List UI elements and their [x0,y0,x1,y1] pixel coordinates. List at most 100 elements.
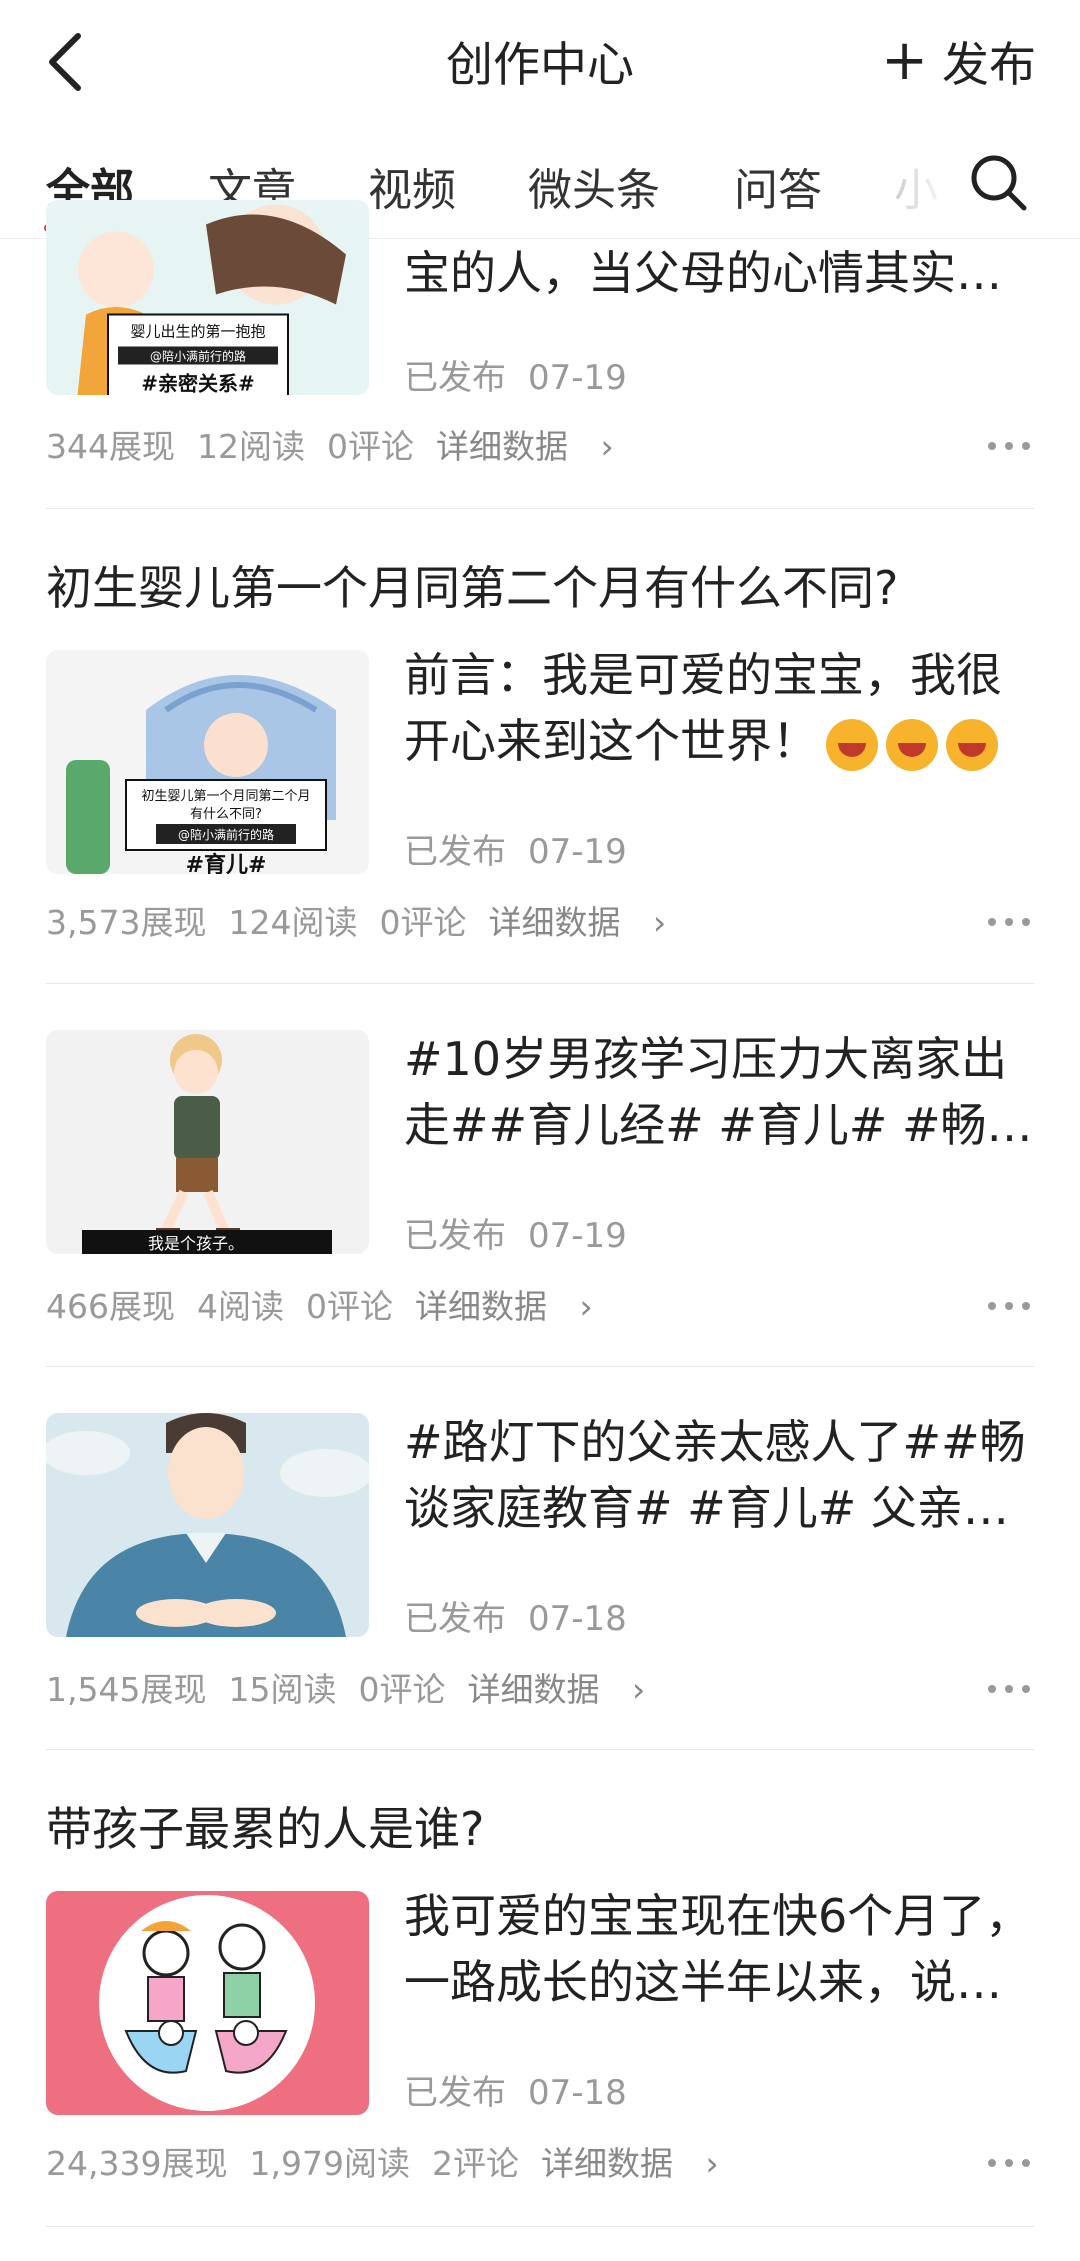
laughing-emoji-icon [826,718,878,771]
divider [46,983,1034,984]
desc-line-wrap: 开心来到这个世界！ [404,708,1034,774]
content-card[interactable]: 婴儿出生的第一抱抱 @陪小满前行的路 #亲密关系# 宝的人，当父母的心情其实非…… [46,200,1034,470]
reads-count: 12阅读 [197,427,305,466]
card-headline: 带孩子最累的人是谁? [46,1802,485,1856]
card-stats: 3,573展现 124阅读 0评论 详细数据 › [46,896,710,944]
detail-data-link[interactable]: 详细数据 › [436,427,636,466]
tab-qa[interactable]: 问答 [734,154,822,218]
more-dots-icon[interactable] [984,1679,1034,1699]
status-label: 已发布 [404,832,506,872]
comments-count: 0评论 [327,427,414,466]
thumb-caption: 婴儿出生的第一抱抱 [130,323,265,341]
views-count: 3,573展现 [46,903,207,942]
thumb-caption: 我是个孩子。 [148,1234,244,1253]
card-thumbnail[interactable]: 初生婴儿第一个月同第二个月 有什么不同? @陪小满前行的路 #育儿# [46,650,369,874]
publish-button[interactable]: + 发布 [881,26,1036,95]
reads-count: 15阅读 [228,1670,337,1709]
detail-data-link[interactable]: 详细数据 › [488,903,688,942]
more-dots-icon[interactable] [984,2153,1034,2173]
status-label: 已发布 [404,1216,506,1256]
desc-line: 宝的人，当父母的心情其实非… [404,246,1034,300]
chevron-right-icon: › [579,1287,593,1326]
publish-date: 07-19 [528,832,627,872]
card-stats: 466展现 4阅读 0评论 详细数据 › [46,1280,637,1328]
search-icon[interactable] [966,150,1032,216]
laughing-emoji-icon [946,718,998,771]
card-stats: 344展现 12阅读 0评论 详细数据 › [46,420,658,468]
chevron-right-icon: › [705,2144,719,2183]
detail-label: 详细数据 [540,2144,673,2183]
card-thumbnail[interactable]: 我是个孩子。 [46,1030,369,1254]
divider [46,1366,1034,1367]
divider [46,1749,1034,1750]
card-thumbnail[interactable] [46,1413,369,1637]
views-count: 466展现 [46,1287,175,1326]
comments-count: 2评论 [431,2144,519,2183]
detail-label: 详细数据 [467,1670,600,1709]
content-card[interactable]: 带孩子最累的人是谁? 我可爱的宝宝现在快6个月了， 一路成长的这半年以来，说说…… [46,1797,1034,2197]
publish-status: 已发布 07-19 [404,350,649,399]
divider [46,2226,1034,2227]
laughing-emoji-icon [886,718,938,771]
publish-date: 07-19 [528,1216,627,1256]
detail-data-link[interactable]: 详细数据 › [467,1670,667,1709]
more-dots-icon[interactable] [984,1296,1034,1316]
views-count: 1,545展现 [46,1670,207,1709]
comments-count: 0评论 [379,903,467,942]
thumb-caption: @陪小满前行的路 [150,349,246,364]
desc-line: 谈家庭教育# #育儿# 父亲… [404,1481,1009,1535]
thumb-caption: 有什么不同? [190,807,262,822]
publish-date: 07-19 [528,358,627,398]
card-description: 前言：我是可爱的宝宝，我很 开心来到这个世界！ [404,642,1034,774]
reads-count: 124阅读 [228,903,358,942]
desc-line: #10岁男孩学习压力大离家出 [404,1032,1008,1086]
status-label: 已发布 [404,358,506,398]
card-description: #10岁男孩学习压力大离家出 走##育儿经# #育儿# #畅谈… [404,1026,1034,1158]
publish-label: 发布 [942,38,1036,93]
thumb-caption: #亲密关系# [141,372,255,396]
desc-line: 一路成长的这半年以来，说说… [404,1955,1034,2009]
detail-data-link[interactable]: 详细数据 › [415,1287,615,1326]
card-stats: 1,545展现 15阅读 0评论 详细数据 › [46,1663,689,1711]
content-card[interactable]: 初生婴儿第一个月同第二个月有什么不同? 初生婴儿第一个月同第二个月 有什么不同?… [46,556,1034,956]
views-count: 344展现 [46,427,175,466]
card-description: 我可爱的宝宝现在快6个月了， 一路成长的这半年以来，说说… [404,1883,1034,2015]
thumb-caption: 初生婴儿第一个月同第二个月 [141,789,310,804]
more-dots-icon[interactable] [984,912,1034,932]
detail-label: 详细数据 [415,1287,547,1326]
card-headline: 初生婴儿第一个月同第二个月有什么不同? [46,561,899,615]
status-label: 已发布 [404,2073,506,2113]
reads-count: 4阅读 [197,1287,284,1326]
publish-status: 已发布 07-19 [404,824,649,873]
card-description: 宝的人，当父母的心情其实非… [404,240,1034,306]
thumb-caption: @陪小满前行的路 [178,827,274,842]
desc-line: #路灯下的父亲太感人了##畅 [404,1415,1026,1469]
card-thumbnail[interactable]: 婴儿出生的第一抱抱 @陪小满前行的路 #亲密关系# [46,200,369,395]
publish-status: 已发布 07-18 [404,1591,649,1640]
content-card[interactable]: #路灯下的父亲太感人了##畅 谈家庭教育# #育儿# 父亲… 已发布 07-18 … [46,1413,1034,1733]
detail-data-link[interactable]: 详细数据 › [541,2144,741,2183]
desc-line: 我可爱的宝宝现在快6个月了， [404,1889,1032,1943]
content-card[interactable]: 我是个孩子。 #10岁男孩学习压力大离家出 走##育儿经# #育儿# #畅谈… … [46,1030,1034,1350]
publish-date: 07-18 [528,1599,627,1639]
desc-line: 开心来到这个世界！ [404,714,818,768]
publish-date: 07-18 [528,2073,627,2113]
chevron-right-icon: › [631,1670,646,1709]
detail-label: 详细数据 [488,903,621,942]
comments-count: 0评论 [358,1670,446,1709]
top-bar: 创作中心 + 发布 [0,0,1080,124]
reads-count: 1,979阅读 [249,2144,410,2183]
more-dots-icon[interactable] [984,436,1034,456]
publish-status: 已发布 07-19 [404,1208,649,1257]
tab-micro-posts[interactable]: 微头条 [528,154,660,218]
card-stats: 24,339展现 1,979阅读 2评论 详细数据 › [46,2137,763,2185]
desc-line: 走##育儿经# #育儿# #畅谈… [404,1098,1034,1152]
chevron-right-icon: › [652,903,667,942]
divider [46,508,1034,509]
desc-line: 前言：我是可爱的宝宝，我很 [404,648,1002,702]
card-description: #路灯下的父亲太感人了##畅 谈家庭教育# #育儿# 父亲… [404,1409,1034,1541]
tab-videos[interactable]: 视频 [368,154,456,218]
card-thumbnail[interactable] [46,1891,369,2115]
detail-label: 详细数据 [436,427,568,466]
views-count: 24,339展现 [46,2144,228,2183]
